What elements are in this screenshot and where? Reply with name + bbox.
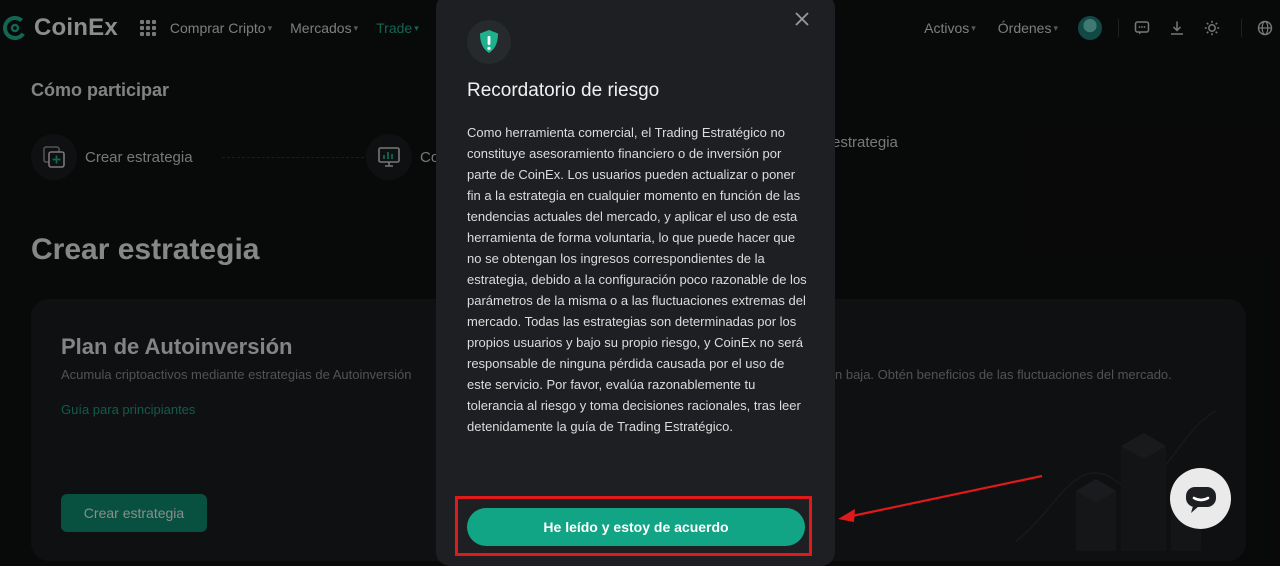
support-chat-button[interactable]	[1170, 468, 1231, 529]
risk-reminder-modal: Recordatorio de riesgo Como herramienta …	[436, 0, 835, 566]
exclamation-shield-icon	[467, 20, 511, 64]
modal-title: Recordatorio de riesgo	[467, 80, 660, 101]
chat-icon	[1185, 486, 1216, 513]
annotation-highlight-box	[455, 496, 812, 556]
modal-body-text: Como herramienta comercial, el Trading E…	[467, 125, 807, 434]
annotation-arrow-icon	[838, 474, 1043, 522]
close-icon[interactable]	[791, 8, 813, 30]
